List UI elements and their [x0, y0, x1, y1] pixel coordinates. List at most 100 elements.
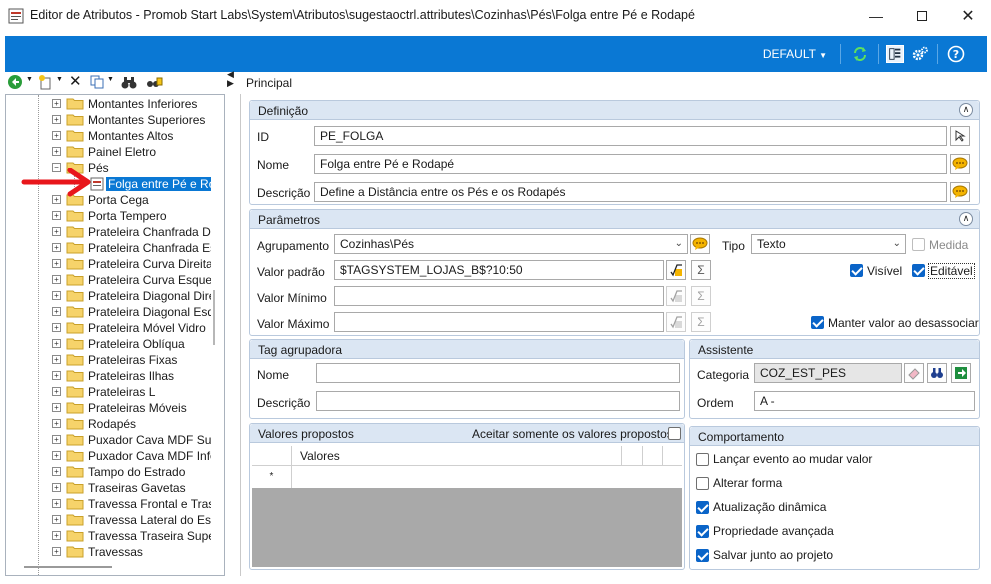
copy-icon[interactable]: [89, 74, 105, 90]
tree-item[interactable]: + Puxador Cava MDF Inferior: [6, 448, 211, 464]
expand-toggle-icon[interactable]: +: [52, 243, 61, 252]
nome-translate-button[interactable]: [950, 154, 970, 174]
tree-item[interactable]: + Travessa Traseira Superior: [6, 528, 211, 544]
tree-item[interactable]: + Travessa Lateral do Estrado: [6, 512, 211, 528]
propriedade-avancada-checkbox[interactable]: [696, 525, 709, 538]
expand-toggle-icon[interactable]: +: [52, 451, 61, 460]
atualizacao-dinamica-checkbox[interactable]: [696, 501, 709, 514]
expand-toggle-icon[interactable]: +: [52, 387, 61, 396]
visivel-checkbox[interactable]: [850, 264, 863, 277]
tree-item[interactable]: + Prateleira Curva Esquerda: [6, 272, 211, 288]
expand-toggle-icon[interactable]: +: [52, 531, 61, 540]
tree-item[interactable]: + Prateleiras L: [6, 384, 211, 400]
refresh-icon[interactable]: [851, 45, 869, 63]
tag-descricao-field[interactable]: [316, 391, 680, 411]
lancar-evento-checkbox[interactable]: [696, 453, 709, 466]
tree-item[interactable]: + Tampo do Estrado: [6, 464, 211, 480]
id-field[interactable]: PE_FOLGA: [314, 126, 947, 146]
expand-toggle-icon[interactable]: +: [52, 307, 61, 316]
expand-toggle-icon[interactable]: +: [52, 515, 61, 524]
alterar-forma-checkbox[interactable]: [696, 477, 709, 490]
expand-toggle-icon[interactable]: +: [52, 483, 61, 492]
descricao-translate-button[interactable]: [950, 182, 970, 202]
tree-item[interactable]: + Prateleira Diagonal Direita: [6, 288, 211, 304]
valores-column-header[interactable]: Valores: [300, 449, 340, 463]
expand-toggle-icon[interactable]: +: [52, 275, 61, 284]
expand-toggle-icon[interactable]: +: [52, 371, 61, 380]
delete-icon[interactable]: ✕: [69, 72, 82, 90]
expand-toggle-icon[interactable]: +: [52, 419, 61, 428]
tree-item[interactable]: + Prateleiras Móveis: [6, 400, 211, 416]
categoria-search-button[interactable]: [927, 363, 947, 383]
manter-valor-checkbox[interactable]: [811, 316, 824, 329]
tree-item[interactable]: + Traseiras Gavetas: [6, 480, 211, 496]
back-icon[interactable]: [7, 74, 23, 90]
tipo-combo[interactable]: Texto ⌄: [751, 234, 906, 254]
tree-horizontal-scrollbar[interactable]: [24, 566, 112, 568]
tree-item[interactable]: + Prateleira Curva Direita: [6, 256, 211, 272]
profile-dropdown[interactable]: DEFAULT ▼: [763, 47, 827, 61]
categoria-clear-button[interactable]: [904, 363, 924, 383]
tree-item[interactable]: + Prateleiras Ilhas: [6, 368, 211, 384]
expand-toggle-icon[interactable]: +: [52, 259, 61, 268]
expand-toggle-icon[interactable]: +: [52, 291, 61, 300]
expand-toggle-icon[interactable]: +: [52, 499, 61, 508]
collapse-icon[interactable]: ∧: [959, 212, 973, 226]
expand-toggle-icon[interactable]: +: [52, 131, 61, 140]
valor-minimo-field[interactable]: [334, 286, 664, 306]
expand-toggle-icon[interactable]: +: [52, 355, 61, 364]
descricao-field[interactable]: Define a Distância entre os Pés e os Rod…: [314, 182, 947, 202]
tree-item[interactable]: + Montantes Superiores: [6, 112, 211, 128]
tag-nome-field[interactable]: [316, 363, 680, 383]
tree-item[interactable]: + Montantes Altos: [6, 128, 211, 144]
valor-padrao-formula-button[interactable]: [666, 260, 686, 280]
help-icon[interactable]: ?: [947, 45, 965, 63]
tree-item[interactable]: + Prateleiras Fixas: [6, 352, 211, 368]
expand-toggle-icon[interactable]: +: [52, 211, 61, 220]
tree-item[interactable]: + Prateleira Diagonal Esquerda: [6, 304, 211, 320]
close-button[interactable]: ✕: [945, 0, 991, 32]
categoria-field[interactable]: COZ_EST_PES: [754, 363, 902, 383]
tree-vertical-scrollbar[interactable]: [213, 290, 215, 345]
expand-toggle-icon[interactable]: +: [52, 467, 61, 476]
agrupamento-combo[interactable]: Cozinhas\Pés ⌄: [334, 234, 688, 254]
expand-toggle-icon[interactable]: +: [52, 115, 61, 124]
valor-maximo-formula-button[interactable]: [666, 312, 686, 332]
expand-toggle-icon[interactable]: +: [52, 147, 61, 156]
valor-padrao-sum-button[interactable]: Σ: [691, 260, 711, 280]
tree-item[interactable]: + Painel Eletro: [6, 144, 211, 160]
tree-item[interactable]: + Prateleira Chanfrada Direita: [6, 224, 211, 240]
aceitar-somente-checkbox[interactable]: [668, 427, 681, 440]
tree-item[interactable]: + Prateleira Oblíqua: [6, 336, 211, 352]
attribute-tree[interactable]: + Montantes Inferiores + Montantes Superior…: [5, 94, 225, 576]
medida-checkbox[interactable]: [912, 238, 925, 251]
chevron-down-icon[interactable]: ▼: [107, 76, 114, 83]
tree-item[interactable]: + Prateleira Chanfrada Esquerda: [6, 240, 211, 256]
id-picker-button[interactable]: [950, 126, 970, 146]
panel-splitter-toggle[interactable]: ◀ ▶: [227, 70, 237, 88]
new-item-icon[interactable]: [38, 74, 56, 90]
expand-toggle-icon[interactable]: +: [52, 435, 61, 444]
valor-padrao-field[interactable]: $TAGSYSTEM_LOJAS_B$?10:50: [334, 260, 664, 280]
editavel-checkbox[interactable]: [912, 264, 925, 277]
expand-toggle-icon[interactable]: +: [52, 547, 61, 556]
tree-item[interactable]: + Montantes Inferiores: [6, 96, 211, 112]
salvar-projeto-checkbox[interactable]: [696, 549, 709, 562]
agrupamento-translate-button[interactable]: [690, 234, 710, 254]
binoculars-icon[interactable]: [120, 74, 138, 90]
tree-item[interactable]: + Travessas: [6, 544, 211, 560]
valores-grid[interactable]: Valores *: [252, 446, 682, 567]
expand-toggle-icon[interactable]: +: [52, 339, 61, 348]
valor-minimo-formula-button[interactable]: [666, 286, 686, 306]
maximize-button[interactable]: [899, 0, 945, 32]
nome-field[interactable]: Folga entre Pé e Rodapé: [314, 154, 947, 174]
tree-item[interactable]: + Porta Tempero: [6, 208, 211, 224]
tree-item[interactable]: + Travessa Frontal e Traseira: [6, 496, 211, 512]
tree-item[interactable]: + Prateleira Móvel Vidro: [6, 320, 211, 336]
chevron-down-icon[interactable]: ▼: [56, 76, 63, 83]
tree-item[interactable]: + Rodapés: [6, 416, 211, 432]
categoria-go-button[interactable]: [951, 363, 971, 383]
chevron-down-icon[interactable]: ▼: [26, 76, 33, 83]
tree-item[interactable]: + Puxador Cava MDF Superior: [6, 432, 211, 448]
find-replace-icon[interactable]: [145, 74, 163, 90]
